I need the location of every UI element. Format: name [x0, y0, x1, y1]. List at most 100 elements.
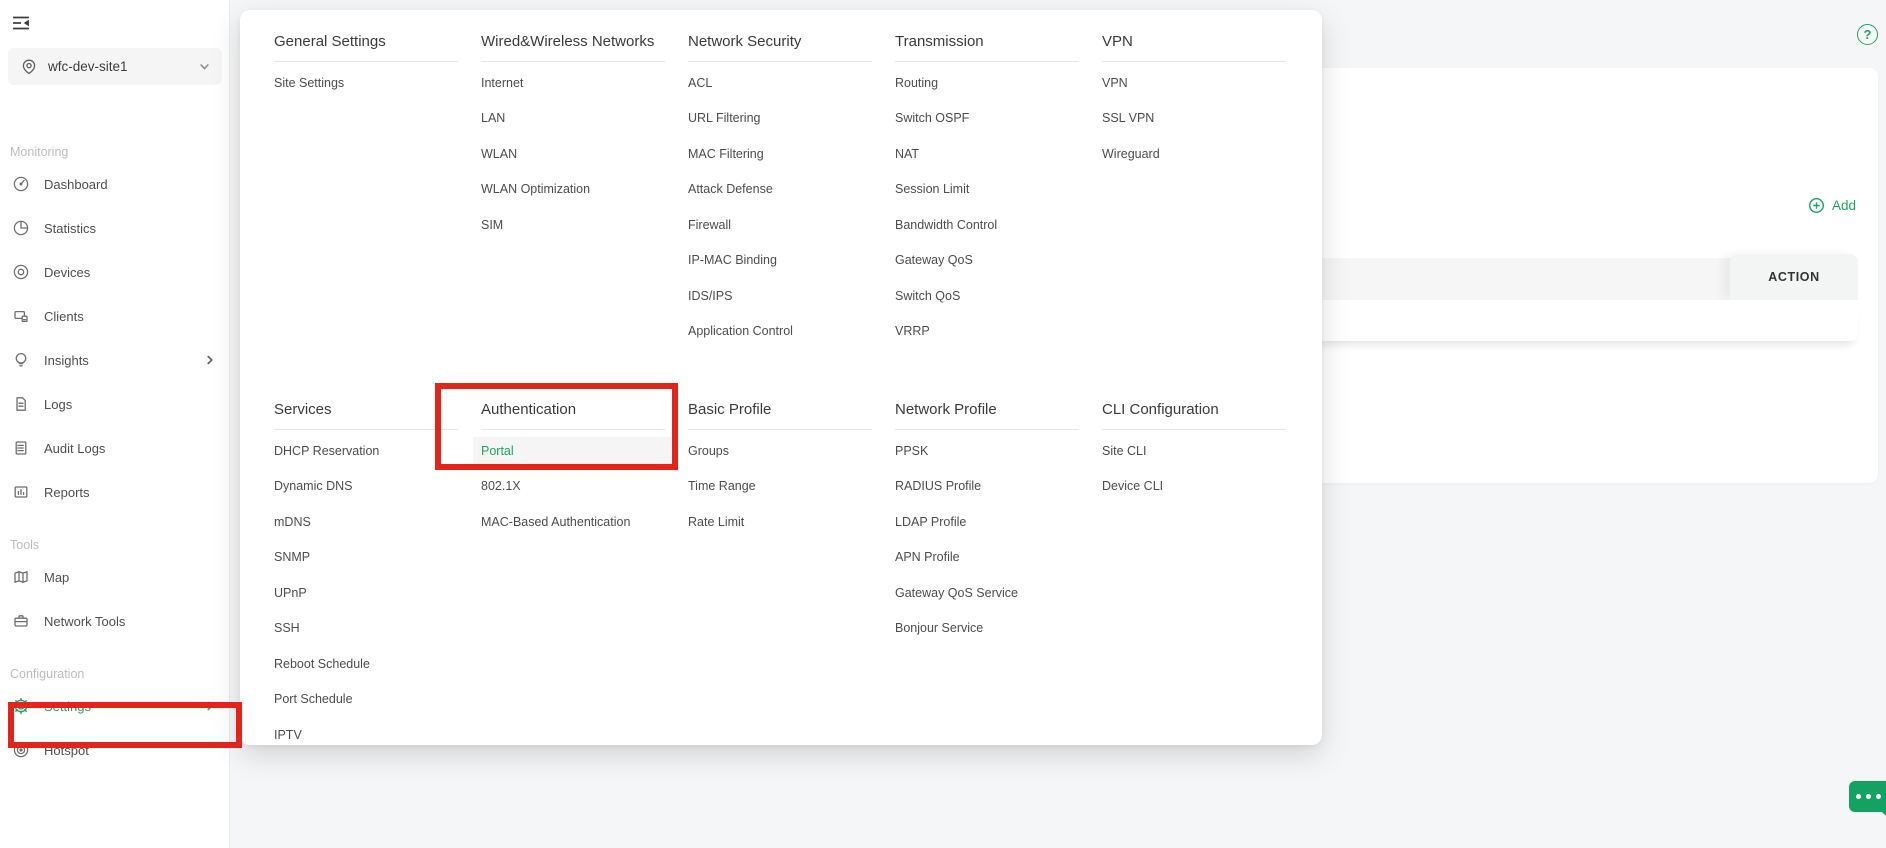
menu-item-label: Wireguard [1094, 140, 1292, 168]
menu-item-label: LAN [473, 104, 671, 132]
menu-item-wlan[interactable]: WLAN [473, 136, 671, 172]
nav-section-label-monitoring: Monitoring [10, 142, 229, 162]
menu-item-device-cli[interactable]: Device CLI [1094, 469, 1292, 505]
sidebar-item-label: Devices [44, 265, 215, 280]
menu-item-iptv[interactable]: IPTV [266, 717, 464, 753]
site-selector[interactable]: wfc-dev-site1 [8, 48, 222, 85]
sidebar-item-logs[interactable]: Logs [0, 382, 229, 426]
menu-item-gateway-qos[interactable]: Gateway QoS [887, 243, 1085, 279]
sidebar-item-label: Settings [44, 699, 205, 714]
chat-bubble-icon[interactable] [1849, 781, 1886, 812]
menu-item-snmp[interactable]: SNMP [266, 540, 464, 576]
menu-column-general-settings: General SettingsSite Settings [274, 32, 481, 349]
chat-bubble-tail [1880, 810, 1886, 819]
menu-item-attack-defense[interactable]: Attack Defense [680, 172, 878, 208]
menu-item-acl[interactable]: ACL [680, 65, 878, 101]
sidebar-item-devices[interactable]: Devices [0, 250, 229, 294]
menu-fold-icon[interactable] [10, 12, 32, 34]
menu-item-mac-based-authentication[interactable]: MAC-Based Authentication [473, 504, 671, 540]
menu-item-reboot-schedule[interactable]: Reboot Schedule [266, 646, 464, 682]
sidebar-item-label: Reports [44, 485, 215, 500]
menu-item-groups[interactable]: Groups [680, 433, 878, 469]
menu-item-site-cli[interactable]: Site CLI [1094, 433, 1292, 469]
menu-item-radius-profile[interactable]: RADIUS Profile [887, 469, 1085, 505]
divider [688, 429, 872, 430]
menu-item-label: Rate Limit [680, 508, 878, 536]
menu-item-label: SSL VPN [1094, 104, 1292, 132]
sidebar-item-dashboard[interactable]: Dashboard [0, 162, 229, 206]
hotspot-icon [12, 741, 30, 759]
menu-item-time-range[interactable]: Time Range [680, 469, 878, 505]
menu-item-portal[interactable]: Portal [473, 433, 671, 469]
menu-item-vpn[interactable]: VPN [1094, 65, 1292, 101]
menu-item-application-control[interactable]: Application Control [680, 314, 878, 350]
menu-item-dhcp-reservation[interactable]: DHCP Reservation [266, 433, 464, 469]
menu-item-mac-filtering[interactable]: MAC Filtering [680, 136, 878, 172]
menu-item-url-filtering[interactable]: URL Filtering [680, 101, 878, 137]
sidebar-item-hotspot[interactable]: Hotspot [0, 728, 229, 772]
sidebar-item-insights[interactable]: Insights [0, 338, 229, 382]
menu-item-label: Gateway QoS [887, 246, 1085, 274]
menu-item-bandwidth-control[interactable]: Bandwidth Control [887, 207, 1085, 243]
divider [688, 61, 872, 62]
chevron-right-icon [205, 355, 215, 365]
divider [1102, 61, 1286, 62]
sidebar-item-statistics[interactable]: Statistics [0, 206, 229, 250]
menu-item-switch-ospf[interactable]: Switch OSPF [887, 101, 1085, 137]
menu-item-ip-mac-binding[interactable]: IP-MAC Binding [680, 243, 878, 279]
menu-item-session-limit[interactable]: Session Limit [887, 172, 1085, 208]
menu-item-firewall[interactable]: Firewall [680, 207, 878, 243]
menu-item-label: DHCP Reservation [266, 437, 464, 465]
menu-item-wireguard[interactable]: Wireguard [1094, 136, 1292, 172]
sidebar-item-settings[interactable]: Settings [0, 684, 229, 728]
chevron-down-icon [199, 61, 210, 72]
sidebar-item-label: Clients [44, 309, 215, 324]
plus-circle-icon [1808, 197, 1825, 214]
sidebar-item-network-tools[interactable]: Network Tools [0, 599, 229, 643]
menu-item-label: Site CLI [1094, 437, 1292, 465]
menu-item-label: Dynamic DNS [266, 472, 464, 500]
menu-item-port-schedule[interactable]: Port Schedule [266, 682, 464, 718]
dashboard-icon [12, 175, 30, 193]
menu-item-label: VRRP [887, 317, 1085, 345]
menu-item-ssh[interactable]: SSH [266, 611, 464, 647]
divider [274, 61, 458, 62]
menu-item-lan[interactable]: LAN [473, 101, 671, 137]
menu-item-routing[interactable]: Routing [887, 65, 1085, 101]
menu-item-upnp[interactable]: UPnP [266, 575, 464, 611]
menu-item-switch-qos[interactable]: Switch QoS [887, 278, 1085, 314]
menu-item-ldap-profile[interactable]: LDAP Profile [887, 504, 1085, 540]
settings-mega-menu: General SettingsSite SettingsWired&Wirel… [240, 10, 1322, 745]
nav-section-label-tools: Tools [10, 535, 229, 555]
menu-item-gateway-qos-service[interactable]: Gateway QoS Service [887, 575, 1085, 611]
menu-item-label: MAC-Based Authentication [473, 508, 671, 536]
add-button[interactable]: Add [1808, 197, 1856, 214]
menu-item-vrrp[interactable]: VRRP [887, 314, 1085, 350]
sidebar-item-reports[interactable]: Reports [0, 470, 229, 514]
menu-item-802-1x[interactable]: 802.1X [473, 469, 671, 505]
menu-item-label: Bonjour Service [887, 614, 1085, 642]
menu-item-nat[interactable]: NAT [887, 136, 1085, 172]
sidebar-item-label: Audit Logs [44, 441, 215, 456]
menu-item-sim[interactable]: SIM [473, 207, 671, 243]
sidebar-item-label: Logs [44, 397, 215, 412]
menu-item-site-settings[interactable]: Site Settings [266, 65, 464, 101]
menu-item-bonjour-service[interactable]: Bonjour Service [887, 611, 1085, 647]
menu-item-internet[interactable]: Internet [473, 65, 671, 101]
menu-item-ssl-vpn[interactable]: SSL VPN [1094, 101, 1292, 137]
sidebar-item-audit-logs[interactable]: Audit Logs [0, 426, 229, 470]
menu-item-label: 802.1X [473, 472, 671, 500]
menu-item-ids-ips[interactable]: IDS/IPS [680, 278, 878, 314]
help-icon[interactable]: ? [1857, 24, 1878, 45]
menu-item-dynamic-dns[interactable]: Dynamic DNS [266, 469, 464, 505]
menu-item-apn-profile[interactable]: APN Profile [887, 540, 1085, 576]
add-button-label: Add [1832, 198, 1856, 213]
sidebar-item-clients[interactable]: Clients [0, 294, 229, 338]
menu-item-mdns[interactable]: mDNS [266, 504, 464, 540]
sidebar-item-map[interactable]: Map [0, 555, 229, 599]
menu-item-wlan-optimization[interactable]: WLAN Optimization [473, 172, 671, 208]
menu-item-label: Gateway QoS Service [887, 579, 1085, 607]
menu-item-rate-limit[interactable]: Rate Limit [680, 504, 878, 540]
menu-item-ppsk[interactable]: PPSK [887, 433, 1085, 469]
menu-column-title: Basic Profile [688, 400, 895, 420]
